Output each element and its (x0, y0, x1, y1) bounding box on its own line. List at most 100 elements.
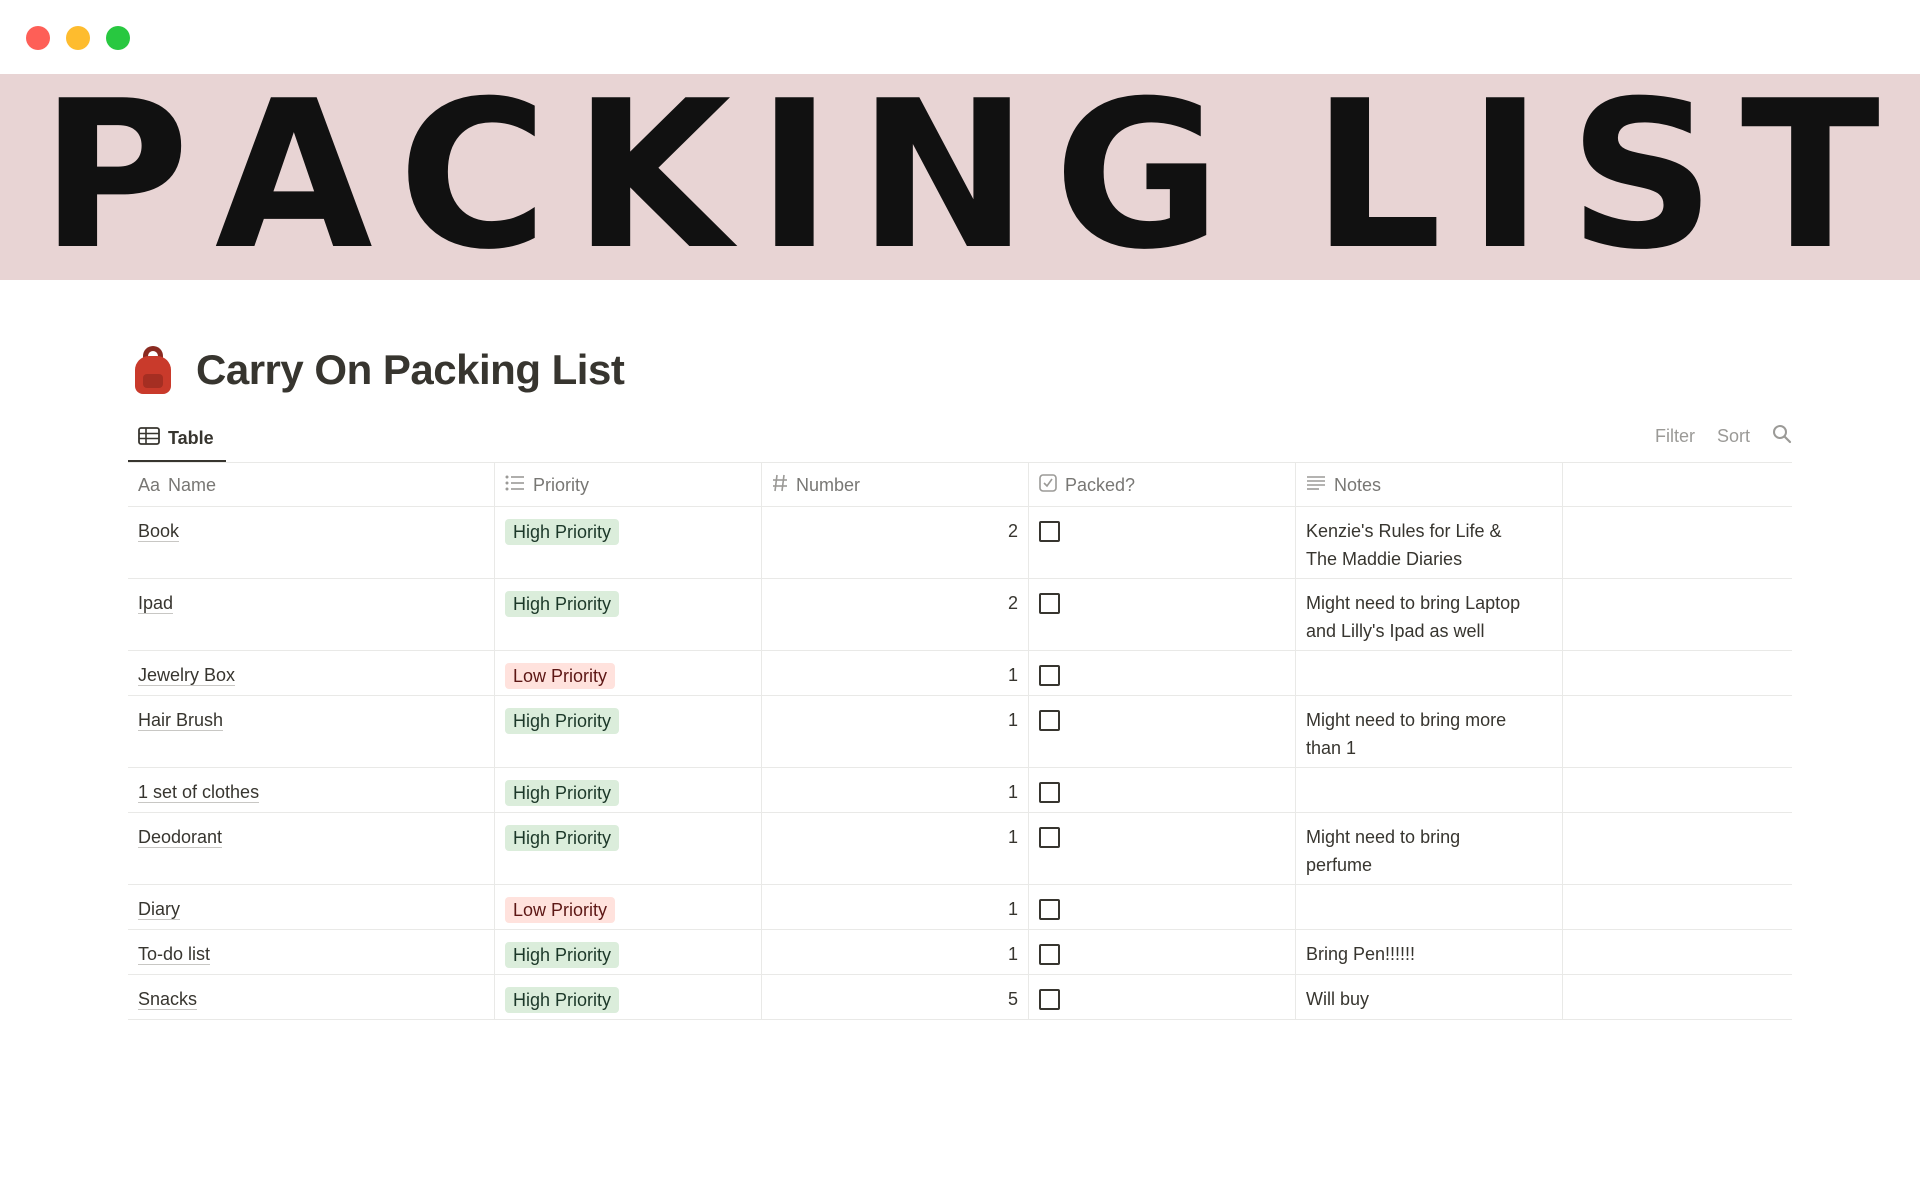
packing-table: Aa Name Priority Number Packed? Notes Bo… (128, 462, 1792, 1020)
column-header-packed[interactable]: Packed? (1029, 463, 1296, 507)
notes-line: Might need to bring more (1306, 710, 1507, 730)
table-row[interactable]: Diary Low Priority 1 (128, 885, 1792, 930)
item-name[interactable]: Ipad (138, 593, 174, 614)
number-cell[interactable]: 1 (762, 813, 1029, 884)
item-name[interactable]: To-do list (138, 944, 211, 965)
page-title[interactable]: Carry On Packing List (196, 346, 625, 394)
close-window-button[interactable] (26, 26, 50, 50)
filter-button[interactable]: Filter (1655, 426, 1695, 447)
priority-cell[interactable]: High Priority (495, 975, 762, 1019)
notes-cell[interactable] (1296, 651, 1563, 695)
packed-checkbox[interactable] (1039, 899, 1060, 920)
packed-checkbox[interactable] (1039, 710, 1060, 731)
notes-cell[interactable]: Bring Pen!!!!!! (1296, 930, 1563, 974)
priority-cell[interactable]: High Priority (495, 579, 762, 650)
priority-tag: High Priority (505, 780, 620, 806)
table-row[interactable]: Hair Brush High Priority 1 Might need to br… (128, 696, 1792, 768)
notes-cell[interactable] (1296, 885, 1563, 929)
empty-cell (1563, 507, 1792, 578)
name-cell[interactable]: Deodorant (128, 813, 495, 884)
column-header-name[interactable]: Aa Name (128, 463, 495, 507)
priority-cell[interactable]: High Priority (495, 507, 762, 578)
packed-checkbox[interactable] (1039, 593, 1060, 614)
item-name[interactable]: Snacks (138, 989, 198, 1010)
notes-line: Might need to bring Laptop (1306, 593, 1521, 613)
name-cell[interactable]: Ipad (128, 579, 495, 650)
name-cell[interactable]: 1 set of clothes (128, 768, 495, 812)
cover-letter: L (1311, 74, 1442, 280)
add-column-header[interactable] (1563, 463, 1792, 507)
name-cell[interactable]: Jewelry Box (128, 651, 495, 695)
table-row[interactable]: Jewelry Box Low Priority 1 (128, 651, 1792, 696)
packed-checkbox[interactable] (1039, 989, 1060, 1010)
minimize-window-button[interactable] (66, 26, 90, 50)
tab-table-view[interactable]: Table (128, 416, 226, 462)
packed-checkbox[interactable] (1039, 521, 1060, 542)
number-cell[interactable]: 1 (762, 885, 1029, 929)
name-cell[interactable]: Snacks (128, 975, 495, 1019)
notes-line: Might need to bring (1306, 827, 1461, 847)
number-cell[interactable]: 2 (762, 579, 1029, 650)
cover-letter: N (857, 74, 1029, 280)
item-name[interactable]: Jewelry Box (138, 665, 236, 686)
notes-cell[interactable] (1296, 768, 1563, 812)
priority-tag: High Priority (505, 519, 620, 545)
item-name[interactable]: Book (138, 521, 180, 542)
number-cell[interactable]: 5 (762, 975, 1029, 1019)
priority-cell[interactable]: Low Priority (495, 651, 762, 695)
packed-checkbox[interactable] (1039, 944, 1060, 965)
packed-checkbox[interactable] (1039, 782, 1060, 803)
name-cell[interactable]: Hair Brush (128, 696, 495, 767)
number-cell[interactable]: 1 (762, 768, 1029, 812)
priority-cell[interactable]: Low Priority (495, 885, 762, 929)
column-header-number[interactable]: Number (762, 463, 1029, 507)
maximize-window-button[interactable] (106, 26, 130, 50)
text-lines-icon (1306, 475, 1326, 496)
priority-cell[interactable]: High Priority (495, 768, 762, 812)
notes-line: Will buy (1306, 989, 1370, 1009)
notes-cell[interactable]: Might need to bring more than 1 (1296, 696, 1563, 767)
item-name[interactable]: Deodorant (138, 827, 223, 848)
priority-cell[interactable]: High Priority (495, 696, 762, 767)
cover-letter: I (756, 74, 833, 280)
notes-cell[interactable]: Kenzie's Rules for Life & The Maddie Diar… (1296, 507, 1563, 578)
sort-button[interactable]: Sort (1717, 426, 1750, 447)
item-name[interactable]: 1 set of clothes (138, 782, 260, 803)
notes-cell[interactable]: Might need to bring Laptop and Lilly's Ip… (1296, 579, 1563, 650)
empty-cell (1563, 885, 1792, 929)
name-cell[interactable]: To-do list (128, 930, 495, 974)
column-header-priority[interactable]: Priority (495, 463, 762, 507)
table-row[interactable]: To-do list High Priority 1 Bring Pen!!!!!! (128, 930, 1792, 975)
table-row[interactable]: Ipad High Priority 2 Might need to bring La… (128, 579, 1792, 651)
text-property-icon: Aa (138, 474, 161, 495)
backpack-icon[interactable] (132, 346, 174, 394)
notes-cell[interactable]: Will buy (1296, 975, 1563, 1019)
number-cell[interactable]: 2 (762, 507, 1029, 578)
number-cell[interactable]: 1 (762, 930, 1029, 974)
empty-cell (1563, 930, 1792, 974)
priority-tag: High Priority (505, 591, 620, 617)
cover-letter: A (214, 74, 373, 280)
notes-line: perfume (1306, 855, 1373, 875)
number-cell[interactable]: 1 (762, 696, 1029, 767)
notes-cell[interactable]: Might need to bring perfume (1296, 813, 1563, 884)
priority-cell[interactable]: High Priority (495, 813, 762, 884)
search-icon[interactable] (1772, 424, 1792, 449)
item-name[interactable]: Diary (138, 899, 181, 920)
empty-cell (1563, 813, 1792, 884)
column-header-notes[interactable]: Notes (1296, 463, 1563, 507)
table-row[interactable]: 1 set of clothes High Priority 1 (128, 768, 1792, 813)
table-row[interactable]: Snacks High Priority 5 Will buy (128, 975, 1792, 1020)
packed-checkbox[interactable] (1039, 665, 1060, 686)
notes-line: Bring Pen!!!!!! (1306, 944, 1416, 964)
packed-checkbox[interactable] (1039, 827, 1060, 848)
number-cell[interactable]: 1 (762, 651, 1029, 695)
name-cell[interactable]: Book (128, 507, 495, 578)
name-cell[interactable]: Diary (128, 885, 495, 929)
table-row[interactable]: Book High Priority 2 Kenzie's Rules for Lif… (128, 507, 1792, 579)
packed-cell (1029, 813, 1296, 884)
priority-tag: High Priority (505, 942, 620, 968)
item-name[interactable]: Hair Brush (138, 710, 224, 731)
priority-cell[interactable]: High Priority (495, 930, 762, 974)
table-row[interactable]: Deodorant High Priority 1 Might need to bri… (128, 813, 1792, 885)
